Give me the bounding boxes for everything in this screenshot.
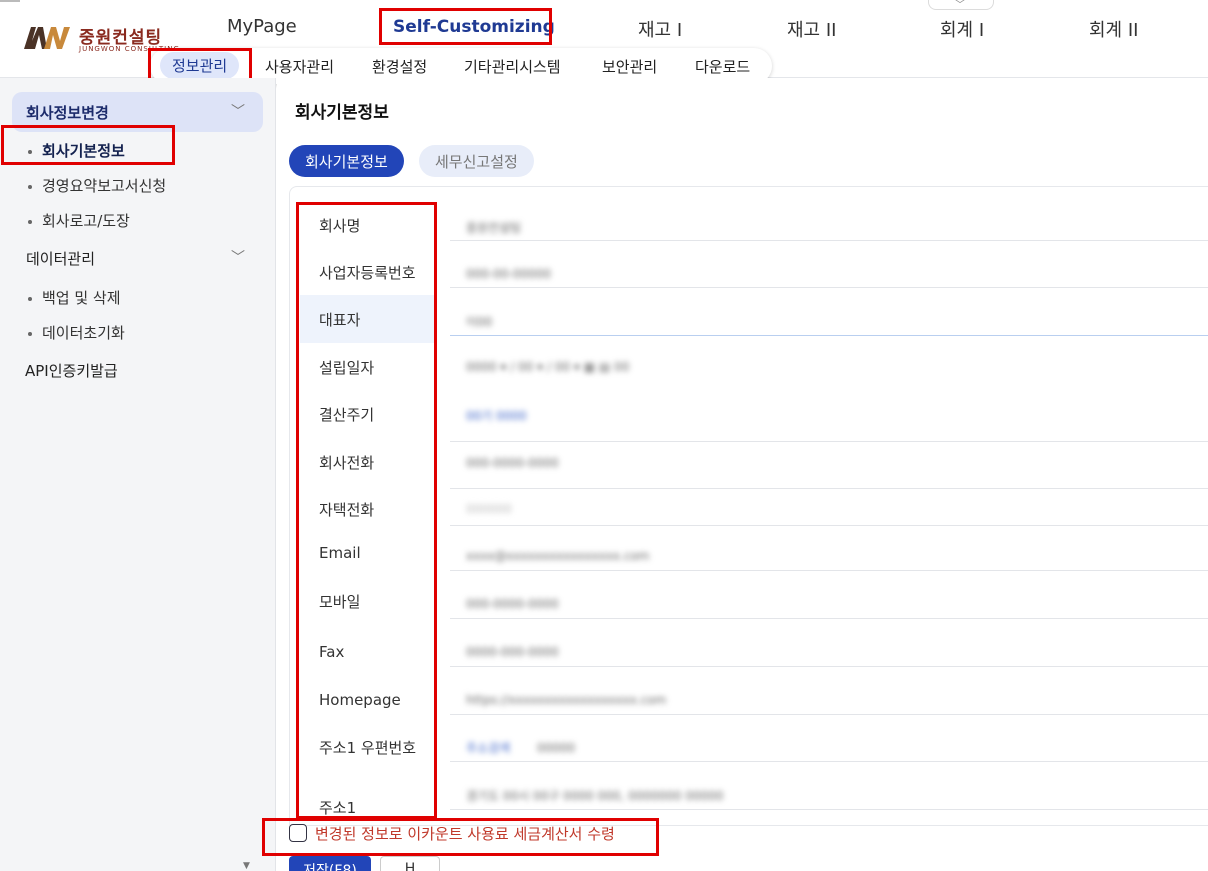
subnav-environment[interactable]: 환경설정 — [372, 56, 427, 77]
label-representative: 대표자 — [300, 295, 435, 343]
label-home-phone: 자택전화 — [319, 501, 375, 519]
sidebar-item-backup-delete[interactable]: 백업 및 삭제 — [28, 287, 121, 308]
nav-inventory-1[interactable]: 재고 I — [638, 16, 682, 41]
page-title: 회사기본정보 — [295, 103, 389, 123]
main-content: 회사기본정보 회사기본정보 세무신고설정 회사명 중원컨설팅 사업자등록번호 0… — [277, 78, 1208, 871]
nav-inventory-2[interactable]: 재고 II — [787, 16, 836, 41]
sidebar-group-label: 데이터관리 — [26, 250, 96, 268]
subnav-info-management[interactable]: 정보관리 — [160, 52, 240, 79]
subnav-security[interactable]: 보안관리 — [602, 56, 657, 77]
bullet-icon — [28, 296, 32, 301]
field-company-phone[interactable] — [450, 455, 1208, 489]
sidebar-group-data-management[interactable]: 데이터관리 ﹀ — [12, 238, 263, 278]
label-founding-date: 설립일자 — [319, 359, 375, 377]
sidebar-item-data-reset[interactable]: 데이터초기화 — [28, 322, 125, 343]
scroll-down-icon[interactable]: ▼ — [243, 861, 250, 871]
sidebar-group-company-info[interactable]: 회사정보변경 ﹀ — [12, 92, 263, 132]
tax-invoice-checkbox[interactable]: 변경된 정보로 이카운트 사용료 세금계산서 수령 — [289, 823, 615, 844]
label-business-number: 사업자등록번호 — [319, 264, 416, 282]
sidebar-item-logo-stamp[interactable]: 회사로고/도장 — [28, 210, 130, 231]
sidebar-group-label: 회사정보변경 — [26, 104, 109, 122]
company-logo[interactable]: 중원컨설팅 JUNGWON CONSULTING — [24, 23, 179, 53]
top-line — [0, 0, 20, 2]
nav-self-customizing[interactable]: Self-Customizing — [393, 17, 555, 41]
logo-mark-icon — [24, 27, 70, 49]
label-email: Email — [319, 544, 361, 562]
chevron-down-icon: ﹀ — [231, 250, 245, 266]
sidebar-item-label: 백업 및 삭제 — [42, 289, 121, 307]
blurred-value: https://xxxxxxxxxxxxxxxxxx.com — [466, 693, 667, 707]
sidebar-item-label: 경영요약보고서신청 — [42, 177, 167, 195]
secondary-button[interactable]: H — [380, 856, 440, 871]
field-home-phone[interactable] — [450, 492, 1208, 526]
blurred-value: 000-00-00000 — [466, 267, 552, 281]
nav-mypage[interactable]: MyPage — [227, 16, 297, 40]
sidebar-item-label: 회사기본정보 — [42, 142, 125, 160]
label-homepage: Homepage — [319, 691, 401, 709]
save-button[interactable]: 저장(F8) — [289, 856, 371, 871]
company-info-form: 회사명 중원컨설팅 사업자등록번호 000-00-00000 대표자 이00 설… — [289, 186, 1208, 826]
sidebar-item-label: 데이터초기화 — [42, 324, 125, 342]
collapse-handle[interactable]: ﹀ — [928, 0, 994, 11]
field-fiscal-period-line — [450, 408, 1208, 442]
bullet-icon — [28, 149, 32, 154]
blurred-value: 이00 — [466, 315, 493, 329]
sidebar-item-api-key[interactable]: API인증키발급 — [25, 360, 118, 381]
bullet-icon — [28, 219, 32, 224]
subnav-user-management[interactable]: 사용자관리 — [265, 56, 334, 77]
blurred-value: 000-0000-0000 — [466, 597, 559, 611]
sidebar-item-summary-report[interactable]: 경영요약보고서신청 — [28, 175, 166, 196]
bullet-icon — [28, 184, 32, 189]
field-company-name[interactable] — [450, 207, 1208, 241]
label-mobile: 모바일 — [319, 593, 361, 611]
sidebar-item-company-basic[interactable]: 회사기본정보 — [28, 140, 125, 161]
chevron-down-icon: ﹀ — [955, 0, 965, 11]
label-company-name: 회사명 — [319, 217, 361, 235]
field-representative[interactable] — [450, 302, 1208, 336]
checkbox-icon[interactable] — [289, 824, 307, 842]
nav-accounting-1[interactable]: 회계 I — [940, 16, 984, 41]
tab-company-basic[interactable]: 회사기본정보 — [289, 145, 404, 177]
blurred-value: xxxx@xxxxxxxxxxxxxxxx.com — [466, 549, 650, 563]
label-address: 주소1 — [319, 799, 357, 817]
blurred-date-picker[interactable]: 0000 ▾ / 00 ▾ / 00 ▾ ▦ ▤ 00 — [466, 360, 629, 374]
subnav-download[interactable]: 다운로드 — [695, 56, 750, 77]
field-mobile[interactable] — [450, 585, 1208, 619]
blurred-value: 00000 — [537, 741, 576, 755]
bullet-icon — [28, 331, 32, 336]
label-fax: Fax — [319, 643, 345, 661]
label-company-phone: 회사전화 — [319, 454, 375, 472]
blurred-link[interactable]: 주소검색 — [466, 739, 510, 756]
label-zipcode: 주소1 우편번호 — [319, 739, 417, 757]
field-fax[interactable] — [450, 633, 1208, 667]
chevron-down-icon: ﹀ — [231, 104, 245, 120]
tab-tax-settings[interactable]: 세무신고설정 — [419, 145, 534, 177]
sidebar: 회사정보변경 ﹀ 회사기본정보 경영요약보고서신청 회사로고/도장 데이터관리 … — [0, 78, 276, 871]
nav-accounting-2[interactable]: 회계 II — [1089, 16, 1138, 41]
blurred-value: 000000 — [466, 502, 512, 516]
blurred-value: 000-0000-0000 — [466, 456, 559, 470]
blurred-value: 중원컨설팅 — [466, 221, 522, 235]
blurred-value: 경기도 00시 00구 0000 000, 0000000 00000 — [466, 789, 724, 803]
sidebar-item-label: 회사로고/도장 — [42, 212, 130, 230]
field-business-number[interactable] — [450, 254, 1208, 288]
label-fiscal-period: 결산주기 — [319, 406, 375, 424]
subnav-other-systems[interactable]: 기타관리시스템 — [464, 56, 561, 77]
tax-invoice-label: 변경된 정보로 이카운트 사용료 세금계산서 수령 — [315, 825, 615, 843]
blurred-value: 0000-000-0000 — [466, 645, 559, 659]
